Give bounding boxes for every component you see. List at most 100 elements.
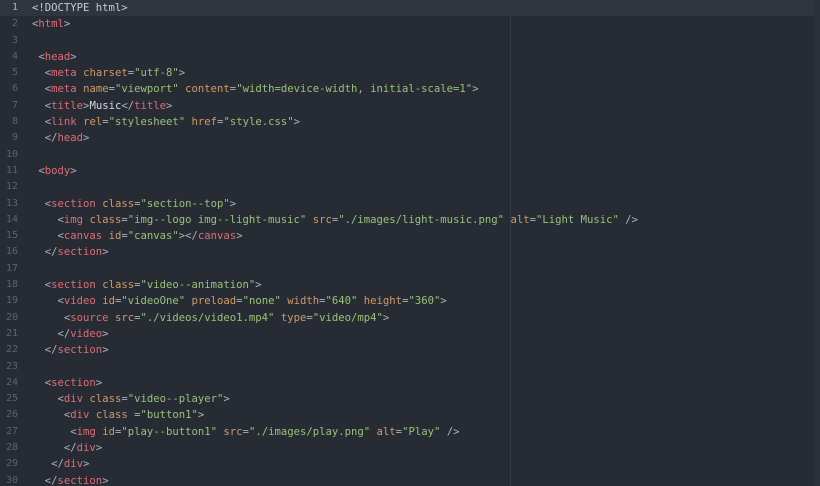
code-line[interactable]: 19 <video id="videoOne" preload="none" w…: [0, 293, 820, 309]
code-token: >: [102, 246, 109, 259]
code-line[interactable]: 15 <canvas id="canvas"></canvas>: [0, 228, 820, 244]
code-token: class: [89, 393, 122, 406]
line-number: 26: [5, 409, 18, 421]
line-number: 9: [11, 132, 18, 144]
code-token: >: [95, 442, 103, 455]
code-line[interactable]: 16 </section>: [0, 244, 820, 260]
line-number: 29: [5, 458, 18, 470]
line-number: 3: [11, 34, 18, 46]
line-number: 24: [5, 376, 18, 388]
code-line[interactable]: 21 </video>: [0, 326, 820, 342]
code-token: meta: [51, 83, 77, 96]
code-token: "Play": [402, 425, 441, 438]
code-token: type: [280, 311, 307, 324]
code-token: </: [44, 246, 58, 259]
code-token: width: [287, 295, 320, 308]
line-number: 11: [5, 164, 18, 176]
line-code: <head>: [32, 49, 76, 65]
code-token: ></: [178, 230, 198, 243]
code-line[interactable]: 29 </div>: [0, 456, 820, 472]
code-line[interactable]: 14 <img class="img--logo img--light-musi…: [0, 212, 820, 228]
line-code: <section>: [32, 375, 102, 391]
code-line[interactable]: 20 <source src="./videos/video1.mp4" typ…: [0, 310, 820, 326]
code-line[interactable]: 24 <section>: [0, 375, 820, 391]
code-token: >: [293, 116, 300, 129]
code-line[interactable]: 3: [0, 33, 820, 49]
code-token: >: [255, 279, 262, 292]
code-token: head: [44, 50, 71, 63]
code-token: link: [51, 116, 77, 129]
code-line[interactable]: 28 </div>: [0, 440, 820, 456]
code-line[interactable]: 22 </section>: [0, 342, 820, 358]
code-token: rel: [83, 116, 103, 129]
code-line[interactable]: 1 <!DOCTYPE html>: [0, 0, 820, 17]
line-code: <canvas id="canvas"></canvas>: [32, 228, 243, 244]
code-token: body: [44, 164, 71, 177]
code-token: "./videos/video1.mp4": [140, 311, 275, 324]
line-number: 14: [5, 213, 18, 225]
code-line[interactable]: 26 <div class ="button1">: [0, 407, 820, 423]
code-token: >: [236, 230, 243, 243]
line-number: 21: [5, 327, 18, 339]
code-line[interactable]: 27 <img id="play--button1" src="./images…: [0, 424, 820, 440]
code-line[interactable]: 6 <meta name="viewport" content="width=d…: [0, 81, 820, 97]
code-line[interactable]: 7 <title>Music</title>: [0, 98, 820, 114]
code-line[interactable]: 2 <html>: [0, 16, 820, 32]
code-token: >: [165, 99, 173, 112]
code-line[interactable]: 9 </head>: [0, 130, 820, 146]
line-number: 28: [5, 442, 18, 454]
code-line[interactable]: 5 <meta charset="utf-8">: [0, 65, 820, 81]
code-token: >: [229, 197, 237, 210]
line-code: </div>: [32, 456, 89, 472]
code-line[interactable]: 10: [0, 147, 820, 163]
code-line[interactable]: 17: [0, 261, 820, 277]
code-token: "video--player": [127, 393, 224, 406]
code-token: >: [178, 67, 186, 80]
code-line[interactable]: 23: [0, 359, 820, 375]
code-token: >: [63, 18, 71, 31]
line-number: 2: [11, 18, 18, 30]
code-line[interactable]: 18 <section class="video--animation">: [0, 277, 820, 293]
code-line[interactable]: 13 <section class="section--top">: [0, 196, 820, 212]
line-code: <img class="img--logo img--light-music" …: [32, 212, 639, 228]
line-code: <section class="video--animation">: [32, 277, 262, 293]
code-line[interactable]: 12: [0, 179, 820, 195]
line-code: </section>: [32, 244, 109, 260]
code-line[interactable]: 25 <div class="video--player">: [0, 391, 820, 407]
line-number: 25: [5, 393, 18, 405]
code-lines[interactable]: 1 <!DOCTYPE html> 2 <html> 3 4 <head> 5 <meta …: [0, 0, 820, 486]
code-token: <!DOCTYPE html>: [32, 2, 128, 14]
line-code: <video id="videoOne" preload="none" widt…: [32, 293, 447, 309]
code-line[interactable]: 11 <body>: [0, 163, 820, 179]
code-token: head: [57, 132, 84, 145]
code-token: />: [446, 425, 460, 438]
line-code: <meta charset="utf-8">: [32, 65, 185, 81]
line-number: 20: [5, 311, 18, 323]
line-code: <title>Music</title>: [32, 98, 173, 114]
code-line[interactable]: 30 </section>: [0, 473, 820, 486]
code-token: "section--top": [140, 197, 230, 210]
code-token: </: [57, 327, 71, 340]
line-code: </section>: [32, 473, 109, 486]
code-token: name: [83, 83, 109, 96]
code-editor[interactable]: 1 <!DOCTYPE html> 2 <html> 3 4 <head> 5 <meta …: [0, 0, 820, 486]
code-token: "videoOne": [121, 295, 186, 308]
code-line[interactable]: 4 <head>: [0, 49, 820, 65]
code-token: div: [63, 458, 84, 471]
code-token: class: [89, 213, 122, 226]
vertical-scrollbar[interactable]: [814, 0, 820, 486]
code-token: "640": [325, 295, 358, 308]
code-line[interactable]: 8 <link rel="stylesheet" href="style.css…: [0, 114, 820, 130]
line-code: </video>: [32, 326, 109, 342]
line-number: 13: [5, 197, 18, 209]
line-number: 18: [5, 279, 18, 291]
